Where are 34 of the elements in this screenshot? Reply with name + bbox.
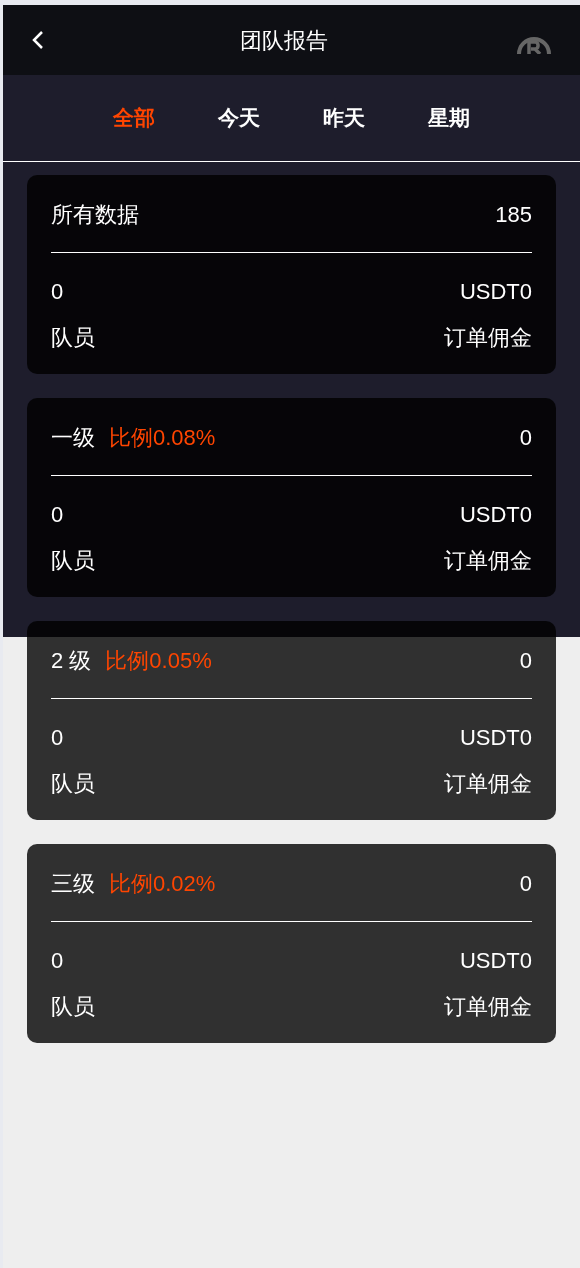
card-value: 185 [495, 200, 532, 229]
commission-label: 订单佣金 [444, 769, 532, 798]
tab[interactable]: 昨天 [323, 102, 365, 134]
commission-amount: USDT0 [459, 500, 532, 529]
ratio-label: 比例0.02% [109, 869, 216, 898]
tab[interactable]: 星期 [428, 102, 470, 134]
card-title: 所有数据 [51, 200, 139, 229]
ratio-label: 比例0.08% [109, 423, 216, 452]
member-count: 0 [51, 277, 64, 306]
card-value: 0 [519, 646, 532, 675]
card-title: 一级 [51, 423, 95, 452]
member-label: 队员 [51, 546, 95, 575]
member-count: 0 [51, 946, 64, 975]
page-title: 团队报告 [239, 26, 328, 55]
ratio-label: 比例0.05% [105, 646, 212, 675]
member-label: 队员 [51, 992, 95, 1021]
member-label: 队员 [51, 323, 95, 352]
tab[interactable]: 今天 [218, 102, 260, 134]
card-title: 2 级 [51, 646, 92, 675]
commission-label: 订单佣金 [444, 992, 532, 1021]
card-title: 三级 [51, 869, 95, 898]
member-label: 队员 [51, 769, 95, 798]
card-value: 0 [519, 423, 532, 452]
commission-label: 订单佣金 [444, 323, 532, 352]
member-count: 0 [51, 723, 64, 752]
commission-amount: USDT0 [459, 723, 532, 752]
commission-amount: USDT0 [459, 946, 532, 975]
commission-amount: USDT0 [459, 277, 532, 306]
tab[interactable]: 全部 [113, 102, 155, 134]
member-count: 0 [51, 500, 64, 529]
logo-icon [516, 34, 552, 54]
card-value: 0 [519, 869, 532, 898]
commission-label: 订单佣金 [444, 546, 532, 575]
back-icon [31, 29, 45, 51]
